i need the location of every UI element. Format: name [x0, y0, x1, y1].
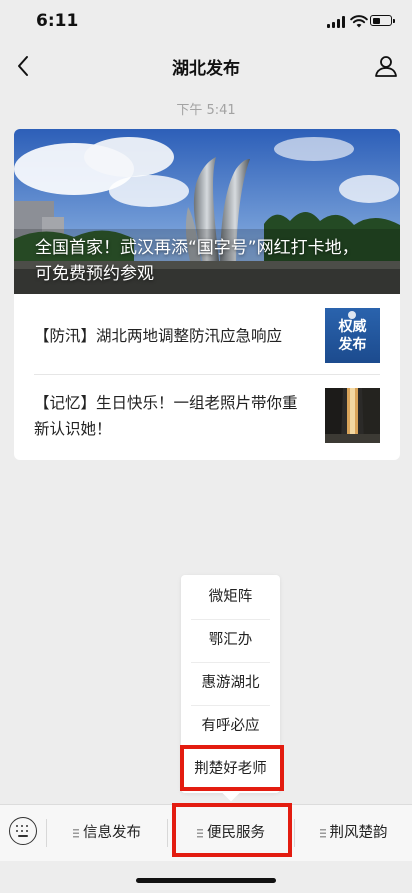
thumbnail-label: 权威: [338, 319, 367, 335]
home-indicator: [136, 878, 276, 883]
tab-label: 荆风楚韵: [329, 825, 388, 841]
article-title: 【记忆】生日快乐！一组老照片带你重新认识她！: [34, 394, 298, 438]
divider: [34, 374, 380, 375]
signal-icon: [327, 15, 347, 28]
article-card[interactable]: 全国首家！武汉再添“国字号”网红打卡地，可免费预约参观 【防汛】湖北两地调整防汛…: [14, 129, 400, 460]
tab-info-release[interactable]: 信息发布: [47, 805, 167, 861]
menu-item-responsive-service[interactable]: 有呼必应: [181, 705, 280, 748]
highlight-good-teacher: [180, 745, 284, 791]
article-thumbnail: 权威 发布: [325, 308, 380, 363]
menu-lines-icon: [73, 828, 79, 838]
message-timestamp: 下午 5:41: [176, 103, 236, 118]
menu-lines-icon: [319, 828, 326, 838]
keyboard-icon[interactable]: [9, 817, 37, 845]
article-list-item[interactable]: 【记忆】生日快乐！一组老照片带你重新认识她！: [14, 376, 400, 456]
menu-item-travel-hubei[interactable]: 惠游湖北: [181, 662, 280, 705]
tab-jingfeng-chuyun[interactable]: 荆风楚韵: [295, 805, 412, 861]
status-bar: 6:11: [0, 0, 412, 44]
highlight-convenience-services: [172, 803, 292, 857]
nav-bar: 湖北发布: [0, 44, 412, 88]
menu-item-ehuiban[interactable]: 鄂汇办: [181, 619, 280, 662]
tab-label: 信息发布: [83, 825, 141, 841]
battery-icon: [370, 15, 395, 26]
thumbnail-label: 发布: [338, 337, 367, 353]
page-title: 湖北发布: [172, 59, 240, 79]
status-time: 6:11: [36, 11, 79, 31]
hero-title: 全国首家！武汉再添“国字号”网红打卡地，可免费预约参观: [35, 238, 359, 284]
article-thumbnail: [325, 388, 380, 443]
article-list-item[interactable]: 【防汛】湖北两地调整防汛应急响应 权威 发布: [14, 296, 400, 376]
hero-article[interactable]: 全国首家！武汉再添“国字号”网红打卡地，可免费预约参观: [14, 129, 400, 294]
person-icon[interactable]: [372, 52, 400, 80]
article-title: 【防汛】湖北两地调整防汛应急响应: [34, 327, 283, 345]
wifi-icon: [350, 15, 368, 28]
menu-item-micro-matrix[interactable]: 微矩阵: [181, 576, 280, 619]
